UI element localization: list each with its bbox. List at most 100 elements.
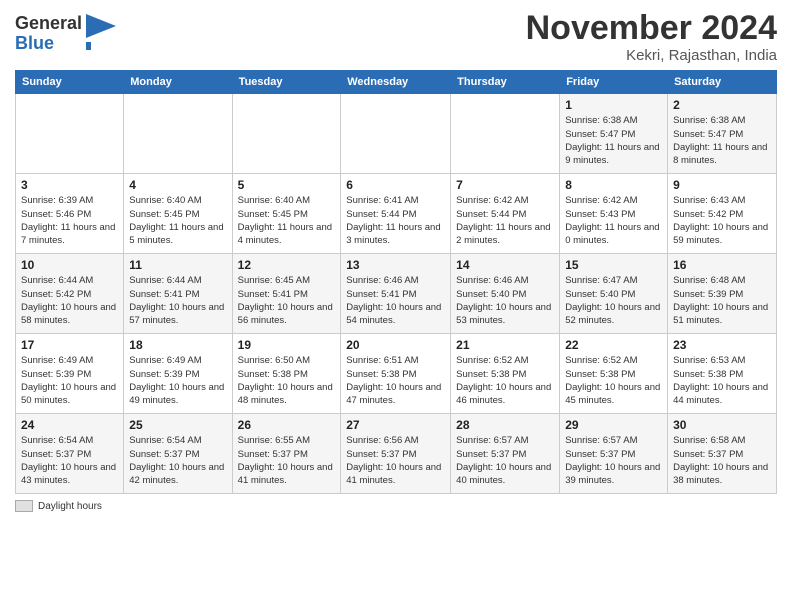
day-info: Sunrise: 6:38 AM Sunset: 5:47 PM Dayligh… <box>673 114 771 167</box>
header-day-wednesday: Wednesday <box>341 71 451 94</box>
day-number: 13 <box>346 258 445 272</box>
day-number: 25 <box>129 418 226 432</box>
day-number: 11 <box>129 258 226 272</box>
calendar-cell: 9 Sunrise: 6:43 AM Sunset: 5:42 PM Daylig… <box>668 174 777 254</box>
day-number: 14 <box>456 258 554 272</box>
day-number: 24 <box>21 418 118 432</box>
day-number: 2 <box>673 98 771 112</box>
day-info: Sunrise: 6:46 AM Sunset: 5:40 PM Dayligh… <box>456 274 554 327</box>
week-row-4: 24 Sunrise: 6:54 AM Sunset: 5:37 PM Dayli… <box>16 414 777 494</box>
calendar-cell <box>16 94 124 174</box>
day-number: 4 <box>129 178 226 192</box>
day-info: Sunrise: 6:42 AM Sunset: 5:43 PM Dayligh… <box>565 194 662 247</box>
day-info: Sunrise: 6:57 AM Sunset: 5:37 PM Dayligh… <box>456 434 554 487</box>
day-number: 3 <box>21 178 118 192</box>
day-info: Sunrise: 6:54 AM Sunset: 5:37 PM Dayligh… <box>129 434 226 487</box>
day-number: 28 <box>456 418 554 432</box>
month-title: November 2024 <box>526 10 777 47</box>
legend-label: Daylight hours <box>38 501 102 512</box>
calendar-cell: 29 Sunrise: 6:57 AM Sunset: 5:37 PM Dayli… <box>560 414 668 494</box>
logo-text: General Blue <box>15 14 82 54</box>
calendar-cell: 6 Sunrise: 6:41 AM Sunset: 5:44 PM Daylig… <box>341 174 451 254</box>
header-day-sunday: Sunday <box>16 71 124 94</box>
legend-box <box>15 500 33 512</box>
day-number: 9 <box>673 178 771 192</box>
day-number: 5 <box>238 178 336 192</box>
day-number: 6 <box>346 178 445 192</box>
day-number: 15 <box>565 258 662 272</box>
day-info: Sunrise: 6:44 AM Sunset: 5:41 PM Dayligh… <box>129 274 226 327</box>
header-day-monday: Monday <box>124 71 232 94</box>
day-number: 7 <box>456 178 554 192</box>
week-row-1: 3Sunrise: 6:39 AM Sunset: 5:46 PM Daylig… <box>16 174 777 254</box>
calendar-cell: 14 Sunrise: 6:46 AM Sunset: 5:40 PM Dayli… <box>451 254 560 334</box>
logo-icon <box>86 14 116 50</box>
day-number: 18 <box>129 338 226 352</box>
footer: Daylight hours <box>15 500 777 512</box>
logo: General Blue <box>15 14 116 54</box>
title-block: November 2024 Kekri, Rajasthan, India <box>526 10 777 64</box>
calendar-cell: 5 Sunrise: 6:40 AM Sunset: 5:45 PM Daylig… <box>232 174 341 254</box>
calendar-cell: 19 Sunrise: 6:50 AM Sunset: 5:38 PM Dayli… <box>232 334 341 414</box>
day-info: Sunrise: 6:45 AM Sunset: 5:41 PM Dayligh… <box>238 274 336 327</box>
day-info: Sunrise: 6:41 AM Sunset: 5:44 PM Dayligh… <box>346 194 445 247</box>
calendar-cell: 23Sunrise: 6:53 AM Sunset: 5:38 PM Dayli… <box>668 334 777 414</box>
day-number: 8 <box>565 178 662 192</box>
day-number: 21 <box>456 338 554 352</box>
calendar-cell <box>232 94 341 174</box>
day-info: Sunrise: 6:56 AM Sunset: 5:37 PM Dayligh… <box>346 434 445 487</box>
day-info: Sunrise: 6:43 AM Sunset: 5:42 PM Dayligh… <box>673 194 771 247</box>
header-day-saturday: Saturday <box>668 71 777 94</box>
day-number: 22 <box>565 338 662 352</box>
calendar-cell: 16 Sunrise: 6:48 AM Sunset: 5:39 PM Dayli… <box>668 254 777 334</box>
day-info: Sunrise: 6:47 AM Sunset: 5:40 PM Dayligh… <box>565 274 662 327</box>
day-info: Sunrise: 6:46 AM Sunset: 5:41 PM Dayligh… <box>346 274 445 327</box>
day-info: Sunrise: 6:54 AM Sunset: 5:37 PM Dayligh… <box>21 434 118 487</box>
day-number: 23 <box>673 338 771 352</box>
day-info: Sunrise: 6:57 AM Sunset: 5:37 PM Dayligh… <box>565 434 662 487</box>
calendar-cell: 30Sunrise: 6:58 AM Sunset: 5:37 PM Dayli… <box>668 414 777 494</box>
calendar-cell: 10Sunrise: 6:44 AM Sunset: 5:42 PM Dayli… <box>16 254 124 334</box>
calendar-cell <box>124 94 232 174</box>
calendar-cell: 17 Sunrise: 6:49 AM Sunset: 5:39 PM Dayli… <box>16 334 124 414</box>
calendar-cell: 22Sunrise: 6:52 AM Sunset: 5:38 PM Dayli… <box>560 334 668 414</box>
week-row-0: 1 Sunrise: 6:38 AM Sunset: 5:47 PM Daylig… <box>16 94 777 174</box>
calendar-cell: 11 Sunrise: 6:44 AM Sunset: 5:41 PM Dayli… <box>124 254 232 334</box>
logo-general: General <box>15 14 82 34</box>
calendar-table: SundayMondayTuesdayWednesdayThursdayFrid… <box>15 70 777 494</box>
header-day-thursday: Thursday <box>451 71 560 94</box>
calendar-cell: 15 Sunrise: 6:47 AM Sunset: 5:40 PM Dayli… <box>560 254 668 334</box>
day-number: 29 <box>565 418 662 432</box>
calendar-cell: 7Sunrise: 6:42 AM Sunset: 5:44 PM Daylig… <box>451 174 560 254</box>
day-number: 16 <box>673 258 771 272</box>
day-info: Sunrise: 6:52 AM Sunset: 5:38 PM Dayligh… <box>456 354 554 407</box>
calendar-cell: 8 Sunrise: 6:42 AM Sunset: 5:43 PM Daylig… <box>560 174 668 254</box>
day-info: Sunrise: 6:50 AM Sunset: 5:38 PM Dayligh… <box>238 354 336 407</box>
day-info: Sunrise: 6:58 AM Sunset: 5:37 PM Dayligh… <box>673 434 771 487</box>
week-row-2: 10Sunrise: 6:44 AM Sunset: 5:42 PM Dayli… <box>16 254 777 334</box>
day-info: Sunrise: 6:51 AM Sunset: 5:38 PM Dayligh… <box>346 354 445 407</box>
calendar-header-row: SundayMondayTuesdayWednesdayThursdayFrid… <box>16 71 777 94</box>
day-info: Sunrise: 6:48 AM Sunset: 5:39 PM Dayligh… <box>673 274 771 327</box>
day-number: 17 <box>21 338 118 352</box>
calendar-cell: 26Sunrise: 6:55 AM Sunset: 5:37 PM Dayli… <box>232 414 341 494</box>
calendar-cell: 2 Sunrise: 6:38 AM Sunset: 5:47 PM Daylig… <box>668 94 777 174</box>
calendar-cell: 18Sunrise: 6:49 AM Sunset: 5:39 PM Dayli… <box>124 334 232 414</box>
calendar-cell: 28 Sunrise: 6:57 AM Sunset: 5:37 PM Dayli… <box>451 414 560 494</box>
calendar-cell: 25 Sunrise: 6:54 AM Sunset: 5:37 PM Dayli… <box>124 414 232 494</box>
day-info: Sunrise: 6:40 AM Sunset: 5:45 PM Dayligh… <box>238 194 336 247</box>
calendar-cell <box>341 94 451 174</box>
header-day-tuesday: Tuesday <box>232 71 341 94</box>
page: General Blue November 2024 Kekri, Rajast… <box>0 0 792 612</box>
location-subtitle: Kekri, Rajasthan, India <box>526 47 777 64</box>
day-number: 19 <box>238 338 336 352</box>
day-info: Sunrise: 6:38 AM Sunset: 5:47 PM Dayligh… <box>565 114 662 167</box>
day-info: Sunrise: 6:44 AM Sunset: 5:42 PM Dayligh… <box>21 274 118 327</box>
calendar-cell: 21 Sunrise: 6:52 AM Sunset: 5:38 PM Dayli… <box>451 334 560 414</box>
day-info: Sunrise: 6:40 AM Sunset: 5:45 PM Dayligh… <box>129 194 226 247</box>
calendar-cell: 20 Sunrise: 6:51 AM Sunset: 5:38 PM Dayli… <box>341 334 451 414</box>
day-number: 1 <box>565 98 662 112</box>
day-info: Sunrise: 6:49 AM Sunset: 5:39 PM Dayligh… <box>21 354 118 407</box>
calendar-cell: 3Sunrise: 6:39 AM Sunset: 5:46 PM Daylig… <box>16 174 124 254</box>
day-number: 20 <box>346 338 445 352</box>
